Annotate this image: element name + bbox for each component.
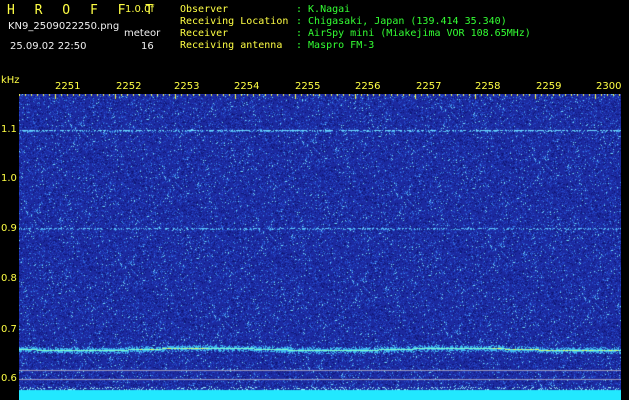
version-label: 1.0.0f: [125, 4, 154, 15]
receiver-value: : AirSpy mini (Miakejima VOR 108.65MHz): [296, 28, 531, 39]
x-tick-label: 2256: [355, 81, 381, 92]
spectrogram-waterfall: [19, 94, 621, 400]
x-tick-label: 2259: [536, 81, 562, 92]
y-tick-label: 1.0: [1, 173, 17, 184]
x-tick-label: 2253: [174, 81, 200, 92]
receiver-label: Receiver: [180, 28, 229, 39]
datetime-label: 25.09.02 22:50: [10, 41, 87, 52]
observer-label: Observer: [180, 4, 229, 15]
y-tick-label: 0.8: [1, 273, 17, 284]
antenna-value: : Maspro FM-3: [296, 40, 375, 51]
y-tick-label: 0.6: [1, 373, 17, 384]
meteor-label: meteor: [124, 28, 161, 39]
x-tick-label: 2252: [116, 81, 142, 92]
x-tick-label: 2251: [55, 81, 81, 92]
x-tick-label: 2300: [596, 81, 622, 92]
x-tick-label: 2257: [416, 81, 442, 92]
x-tick-label: 2254: [234, 81, 260, 92]
location-label: Receiving Location: [180, 16, 289, 27]
header-panel: H R O F F T 1.0.0f KN9_2509022250.png 25…: [0, 0, 629, 76]
antenna-label: Receiving antenna: [180, 40, 283, 51]
y-tick-label: 0.7: [1, 324, 17, 335]
meteor-count: 16: [141, 41, 154, 52]
y-axis-unit: kHz: [1, 75, 20, 86]
spectrogram-panel: kHz 2251 2252 2253 2254 2255 2256 2257 2…: [0, 76, 629, 400]
observer-value: : K.Nagai: [296, 4, 351, 15]
filename-label: KN9_2509022250.png: [8, 21, 120, 32]
location-value: : Chigasaki, Japan (139.414 35.340): [296, 16, 507, 27]
x-tick-label: 2255: [295, 81, 321, 92]
y-tick-label: 1.1: [1, 124, 17, 135]
x-tick-label: 2258: [475, 81, 501, 92]
y-tick-label: 0.9: [1, 223, 17, 234]
